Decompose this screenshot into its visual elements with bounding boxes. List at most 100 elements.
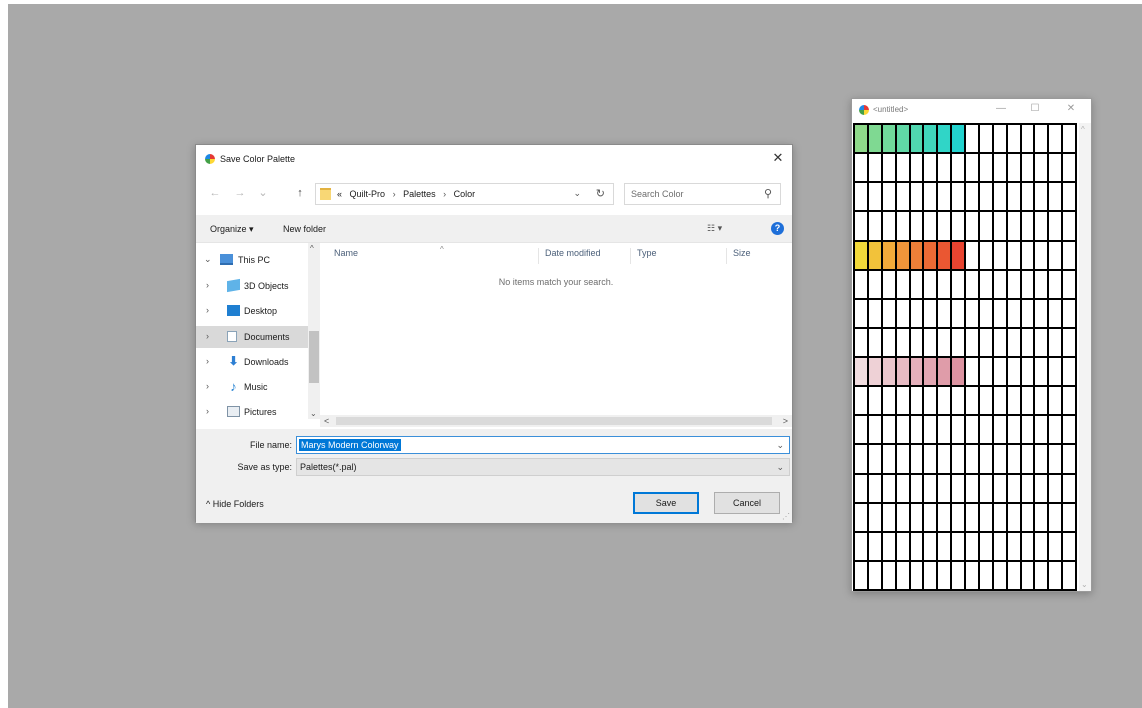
palette-swatch[interactable]	[1049, 183, 1062, 211]
tree-item-documents[interactable]: › Documents	[196, 326, 308, 348]
palette-swatch[interactable]	[896, 561, 909, 589]
palette-swatch[interactable]	[993, 532, 1006, 560]
palette-swatch[interactable]	[855, 125, 867, 153]
palette-swatch[interactable]	[868, 416, 881, 444]
breadcrumb-quilt-pro[interactable]: Quilt-Pro	[350, 189, 386, 199]
palette-swatch[interactable]	[924, 299, 937, 327]
palette-swatch[interactable]	[924, 532, 937, 560]
column-header-size[interactable]: Size	[726, 248, 786, 264]
palette-swatch[interactable]	[1049, 328, 1062, 356]
address-dropdown-icon[interactable]: ⌄	[573, 188, 581, 199]
palette-swatch[interactable]	[952, 212, 964, 240]
palette-swatch[interactable]	[1035, 241, 1048, 269]
scroll-up-icon[interactable]: ^	[1081, 125, 1085, 134]
palette-swatch[interactable]	[910, 474, 923, 502]
palette-swatch[interactable]	[1035, 358, 1048, 386]
palette-swatch[interactable]	[1049, 299, 1062, 327]
palette-swatch[interactable]	[1007, 328, 1020, 356]
palette-swatch[interactable]	[966, 154, 978, 182]
save-button[interactable]: Save	[633, 492, 699, 514]
palette-swatch[interactable]	[1035, 299, 1048, 327]
palette-swatch[interactable]	[1035, 270, 1048, 298]
palette-window-titlebar[interactable]: <untitled> — ☐ ✕	[852, 99, 1091, 121]
palette-swatch[interactable]	[1007, 212, 1020, 240]
palette-swatch[interactable]	[882, 358, 895, 386]
palette-swatch[interactable]	[938, 299, 951, 327]
palette-swatch[interactable]	[979, 154, 992, 182]
palette-swatch[interactable]	[1007, 241, 1020, 269]
palette-swatch[interactable]	[952, 416, 964, 444]
palette-swatch[interactable]	[1007, 270, 1020, 298]
palette-swatch[interactable]	[855, 445, 867, 473]
palette-swatch[interactable]	[1035, 328, 1048, 356]
forward-arrow-icon[interactable]: →	[233, 185, 247, 201]
palette-swatch[interactable]	[882, 561, 895, 589]
palette-swatch[interactable]	[938, 125, 951, 153]
palette-swatch[interactable]	[1049, 503, 1062, 531]
palette-swatch[interactable]	[1049, 561, 1062, 589]
palette-swatch[interactable]	[979, 270, 992, 298]
palette-swatch[interactable]	[952, 183, 964, 211]
palette-swatch[interactable]	[1035, 212, 1048, 240]
palette-swatch[interactable]	[868, 154, 881, 182]
search-icon[interactable]: ⚲	[764, 187, 772, 200]
palette-swatch[interactable]	[1035, 503, 1048, 531]
palette-swatch[interactable]	[910, 416, 923, 444]
file-list-horizontal-scrollbar[interactable]: < >	[320, 415, 792, 427]
palette-swatch[interactable]	[952, 445, 964, 473]
palette-swatch[interactable]	[1007, 387, 1020, 415]
palette-swatch[interactable]	[924, 358, 937, 386]
palette-swatch[interactable]	[882, 387, 895, 415]
palette-swatch[interactable]	[938, 474, 951, 502]
palette-swatch[interactable]	[855, 503, 867, 531]
palette-swatch[interactable]	[882, 241, 895, 269]
address-bar[interactable]: « Quilt-Pro › Palettes › Color ⌄ ↻	[315, 183, 614, 205]
palette-swatch[interactable]	[868, 270, 881, 298]
chevron-right-icon[interactable]: ›	[206, 381, 209, 391]
palette-swatch[interactable]	[979, 503, 992, 531]
refresh-icon[interactable]: ↻	[596, 187, 605, 200]
palette-swatch[interactable]	[1049, 532, 1062, 560]
navigation-pane-scrollbar[interactable]: ^ ⌄	[308, 243, 320, 419]
palette-swatch[interactable]	[1035, 125, 1048, 153]
palette-swatch[interactable]	[1021, 358, 1034, 386]
search-input[interactable]: Search Color ⚲	[624, 183, 781, 205]
palette-swatch[interactable]	[993, 270, 1006, 298]
breadcrumb-color[interactable]: Color	[454, 189, 476, 199]
palette-swatch[interactable]	[924, 270, 937, 298]
palette-swatch[interactable]	[938, 270, 951, 298]
palette-swatch[interactable]	[938, 561, 951, 589]
new-folder-button[interactable]: New folder	[283, 224, 326, 234]
palette-swatch[interactable]	[1007, 416, 1020, 444]
palette-swatch[interactable]	[1007, 532, 1020, 560]
tree-item-pictures[interactable]: › Pictures	[196, 401, 308, 419]
palette-swatch[interactable]	[979, 241, 992, 269]
palette-scrollbar[interactable]: ^ ⌄	[1079, 123, 1091, 591]
palette-swatch[interactable]	[910, 299, 923, 327]
palette-swatch[interactable]	[966, 532, 978, 560]
palette-swatch[interactable]	[1007, 299, 1020, 327]
palette-swatch[interactable]	[1021, 503, 1034, 531]
palette-swatch[interactable]	[924, 328, 937, 356]
palette-swatch[interactable]	[910, 358, 923, 386]
palette-swatch[interactable]	[910, 387, 923, 415]
palette-swatch[interactable]	[1007, 503, 1020, 531]
view-options-icon[interactable]: ☷ ▾	[707, 223, 722, 234]
palette-swatch[interactable]	[952, 270, 964, 298]
palette-swatch[interactable]	[952, 532, 964, 560]
palette-swatch[interactable]	[910, 270, 923, 298]
palette-swatch[interactable]	[993, 183, 1006, 211]
palette-swatch[interactable]	[924, 387, 937, 415]
palette-swatch[interactable]	[882, 445, 895, 473]
palette-swatch[interactable]	[882, 532, 895, 560]
chevron-right-icon[interactable]: ›	[206, 406, 209, 416]
close-icon[interactable]: ✕	[1064, 103, 1078, 114]
palette-swatch[interactable]	[1049, 270, 1062, 298]
palette-swatch[interactable]	[1035, 387, 1048, 415]
palette-swatch[interactable]	[1063, 299, 1075, 327]
palette-swatch[interactable]	[1049, 474, 1062, 502]
cancel-button[interactable]: Cancel	[714, 492, 780, 514]
palette-swatch[interactable]	[1049, 241, 1062, 269]
palette-swatch[interactable]	[952, 328, 964, 356]
back-arrow-icon[interactable]: ←	[208, 185, 222, 201]
